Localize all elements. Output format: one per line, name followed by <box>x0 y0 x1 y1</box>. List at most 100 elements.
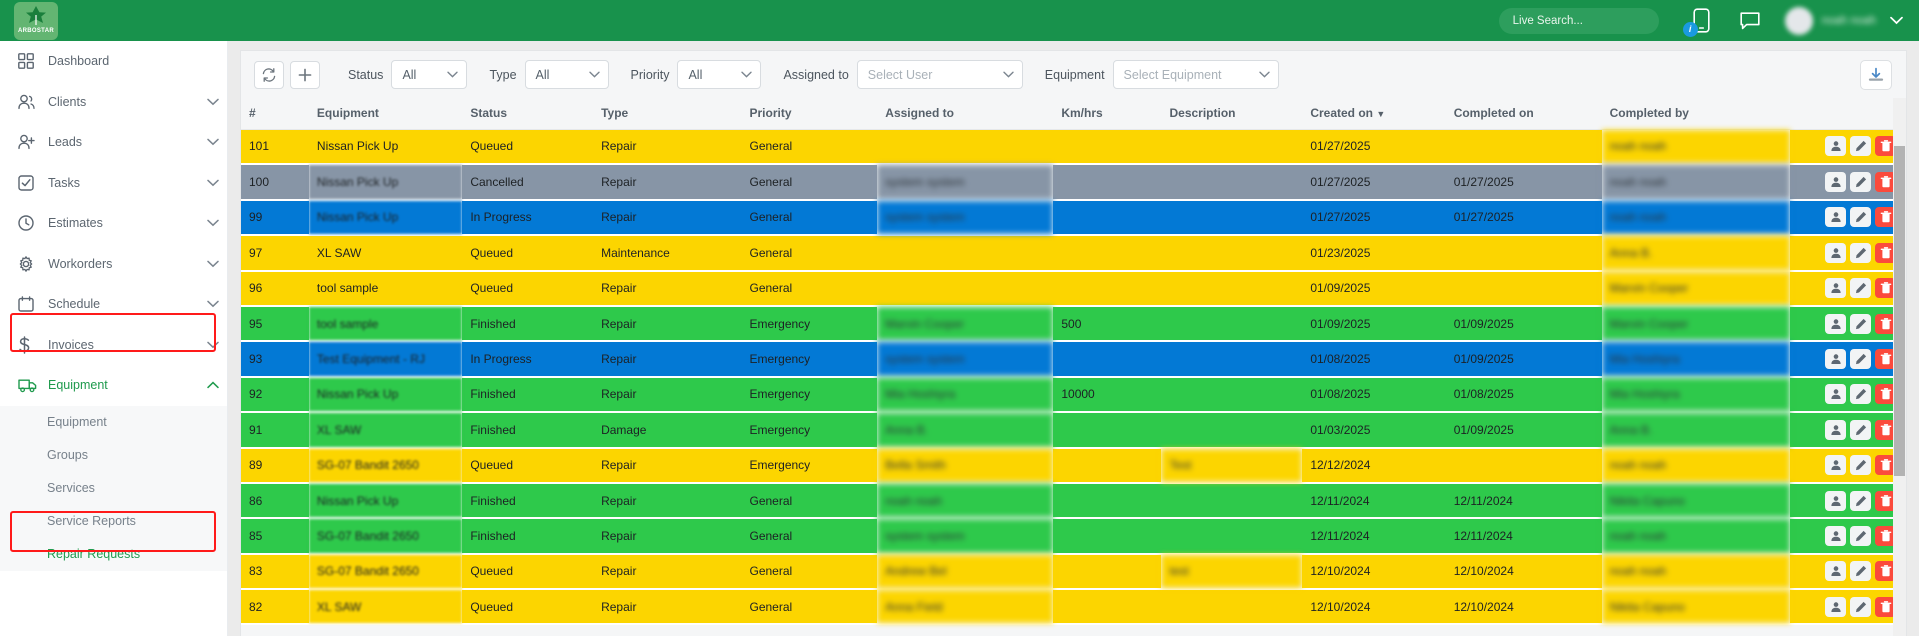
chevron-down-icon[interactable] <box>199 98 227 106</box>
table-row[interactable]: 82 XL SAW Queued Repair General Anna Field 12/… <box>241 589 1906 626</box>
chevron-down-icon[interactable] <box>199 341 227 349</box>
sidebar-item-dashboard[interactable]: Dashboard <box>0 41 227 82</box>
assign-user-button[interactable] <box>1825 525 1846 546</box>
sidebar-subitem-service-reports[interactable]: Service Reports <box>0 505 227 538</box>
table-scrollbar-track[interactable] <box>1893 98 1906 636</box>
cell-km-hrs <box>1053 270 1162 307</box>
table-row[interactable]: 95 tool sample Finished Repair Emergency Marv… <box>241 305 1906 343</box>
refresh-button[interactable] <box>254 60 284 89</box>
chevron-down-icon[interactable] <box>199 219 227 227</box>
col-header-completed-on[interactable]: Completed on <box>1445 98 1602 130</box>
sidebar-subitem-groups[interactable]: Groups <box>0 439 227 472</box>
brand-logo[interactable]: ARBOSTAR <box>0 0 72 41</box>
add-request-button[interactable] <box>290 60 320 89</box>
table-row[interactable]: 86 Nissan Pick Up Finished Repair General noa… <box>241 482 1906 520</box>
assign-user-button[interactable] <box>1825 278 1846 299</box>
refresh-icon <box>262 67 276 82</box>
user-menu[interactable]: noah noah <box>1784 6 1919 35</box>
user-icon <box>1830 353 1842 365</box>
assign-user-button[interactable] <box>1825 242 1846 263</box>
edit-button[interactable] <box>1850 525 1871 546</box>
table-scrollbar-thumb[interactable] <box>1894 146 1905 476</box>
live-search-input[interactable]: Live Search... <box>1498 7 1659 34</box>
edit-button[interactable] <box>1850 561 1871 582</box>
table-row[interactable]: 100 Nissan Pick Up Cancelled Repair General s… <box>241 164 1906 201</box>
table-row[interactable]: 99 Nissan Pick Up In Progress Repair General… <box>241 199 1906 237</box>
cell-description <box>1161 482 1303 520</box>
table-row[interactable]: 83 SG-07 Bandit 2650 Queued Repair General An… <box>241 553 1906 591</box>
edit-button[interactable] <box>1850 207 1871 228</box>
chevron-down-icon[interactable] <box>199 260 227 268</box>
edit-button[interactable] <box>1850 455 1871 476</box>
assigned-user-select[interactable]: Select User <box>856 60 1023 89</box>
table-row[interactable]: 92 Nissan Pick Up Finished Repair Emergency M… <box>241 376 1906 414</box>
sidebar-item-estimates[interactable]: Estimates <box>0 203 227 244</box>
sidebar-item-workorders[interactable]: Workorders <box>0 244 227 285</box>
sidebar-item-tasks[interactable]: Tasks <box>0 163 227 204</box>
col-header-equipment[interactable]: Equipment <box>308 98 463 130</box>
assign-user-button[interactable] <box>1825 136 1846 157</box>
assign-user-button[interactable] <box>1825 419 1846 440</box>
sidebar-item-leads[interactable]: Leads <box>0 122 227 163</box>
col-header-status[interactable]: Status <box>462 98 594 130</box>
col-header-description[interactable]: Description <box>1161 98 1303 130</box>
cell-number: 83 <box>241 553 309 591</box>
edit-button[interactable] <box>1850 596 1871 617</box>
edit-button[interactable] <box>1850 136 1871 157</box>
cell-assigned-to: noah noah <box>877 482 1054 520</box>
edit-button[interactable] <box>1850 313 1871 334</box>
assign-user-button[interactable] <box>1825 172 1846 193</box>
mobile-app-icon[interactable]: i <box>1682 6 1715 37</box>
table-row[interactable]: 97 XL SAW Queued Maintenance General 01/23/20… <box>241 235 1906 272</box>
assign-user-button[interactable] <box>1825 313 1846 334</box>
chat-icon-button[interactable] <box>1737 6 1763 36</box>
assign-user-button[interactable] <box>1825 384 1846 405</box>
assign-user-button[interactable] <box>1825 349 1846 370</box>
table-row[interactable]: 93 Test Equipment - RJ In Progress Repair Em… <box>241 341 1906 378</box>
col-header-type[interactable]: Type <box>593 98 742 130</box>
chevron-down-icon[interactable] <box>1890 16 1903 25</box>
table-row[interactable]: 89 SG-07 Bandit 2650 Queued Repair Emergency… <box>241 447 1906 484</box>
chevron-down-icon[interactable] <box>199 138 227 146</box>
assign-user-button[interactable] <box>1825 561 1846 582</box>
assign-user-button[interactable] <box>1825 490 1846 511</box>
table-row[interactable]: 91 XL SAW Finished Damage Emergency Anna B. 01… <box>241 412 1906 449</box>
table-row[interactable]: 101 Nissan Pick Up Queued Repair General 01/2… <box>241 129 1906 166</box>
chevron-down-icon[interactable] <box>199 300 227 308</box>
sidebar-subitem-services[interactable]: Services <box>0 472 227 505</box>
edit-button[interactable] <box>1850 172 1871 193</box>
sidebar-subitem-equipment[interactable]: Equipment <box>0 406 227 439</box>
edit-button[interactable] <box>1850 384 1871 405</box>
col-header-km-hrs[interactable]: Km/hrs <box>1053 98 1162 130</box>
edit-button[interactable] <box>1850 490 1871 511</box>
type-select[interactable]: All <box>524 60 609 89</box>
sidebar-item-schedule[interactable]: Schedule <box>0 284 227 325</box>
table-row[interactable]: 96 tool sample Queued Repair General 01/09/20… <box>241 270 1906 307</box>
col-header-completed-by[interactable]: Completed by <box>1601 98 1791 130</box>
chevron-down-icon[interactable] <box>199 179 227 187</box>
filter-status-label: Status <box>348 67 384 82</box>
edit-button[interactable] <box>1850 278 1871 299</box>
chevron-up-icon[interactable] <box>199 381 227 389</box>
export-button[interactable] <box>1860 59 1892 90</box>
sidebar-item-equipment[interactable]: Equipment <box>0 365 227 406</box>
col-header-number[interactable]: # <box>241 98 309 130</box>
sidebar-item-invoices[interactable]: Invoices <box>0 325 227 366</box>
edit-button[interactable] <box>1850 349 1871 370</box>
status-select[interactable]: All <box>391 60 468 89</box>
edit-button[interactable] <box>1850 419 1871 440</box>
assign-user-button[interactable] <box>1825 455 1846 476</box>
sidebar-subitem-repair-requests[interactable]: Repair Requests <box>0 538 227 571</box>
col-header-priority[interactable]: Priority <box>741 98 878 130</box>
assign-user-button[interactable] <box>1825 596 1846 617</box>
edit-button[interactable] <box>1850 242 1871 263</box>
user-icon <box>1830 176 1842 188</box>
sidebar-item-clients[interactable]: Clients <box>0 82 227 123</box>
table-row[interactable]: 85 SG-07 Bandit 2650 Finished Repair General… <box>241 518 1906 555</box>
cell-description <box>1161 305 1303 343</box>
priority-select[interactable]: All <box>677 60 762 89</box>
col-header-created-on[interactable]: Created on ▼ <box>1302 98 1446 130</box>
equipment-select[interactable]: Select Equipment <box>1112 60 1279 89</box>
col-header-assigned-to[interactable]: Assigned to <box>877 98 1054 130</box>
assign-user-button[interactable] <box>1825 207 1846 228</box>
